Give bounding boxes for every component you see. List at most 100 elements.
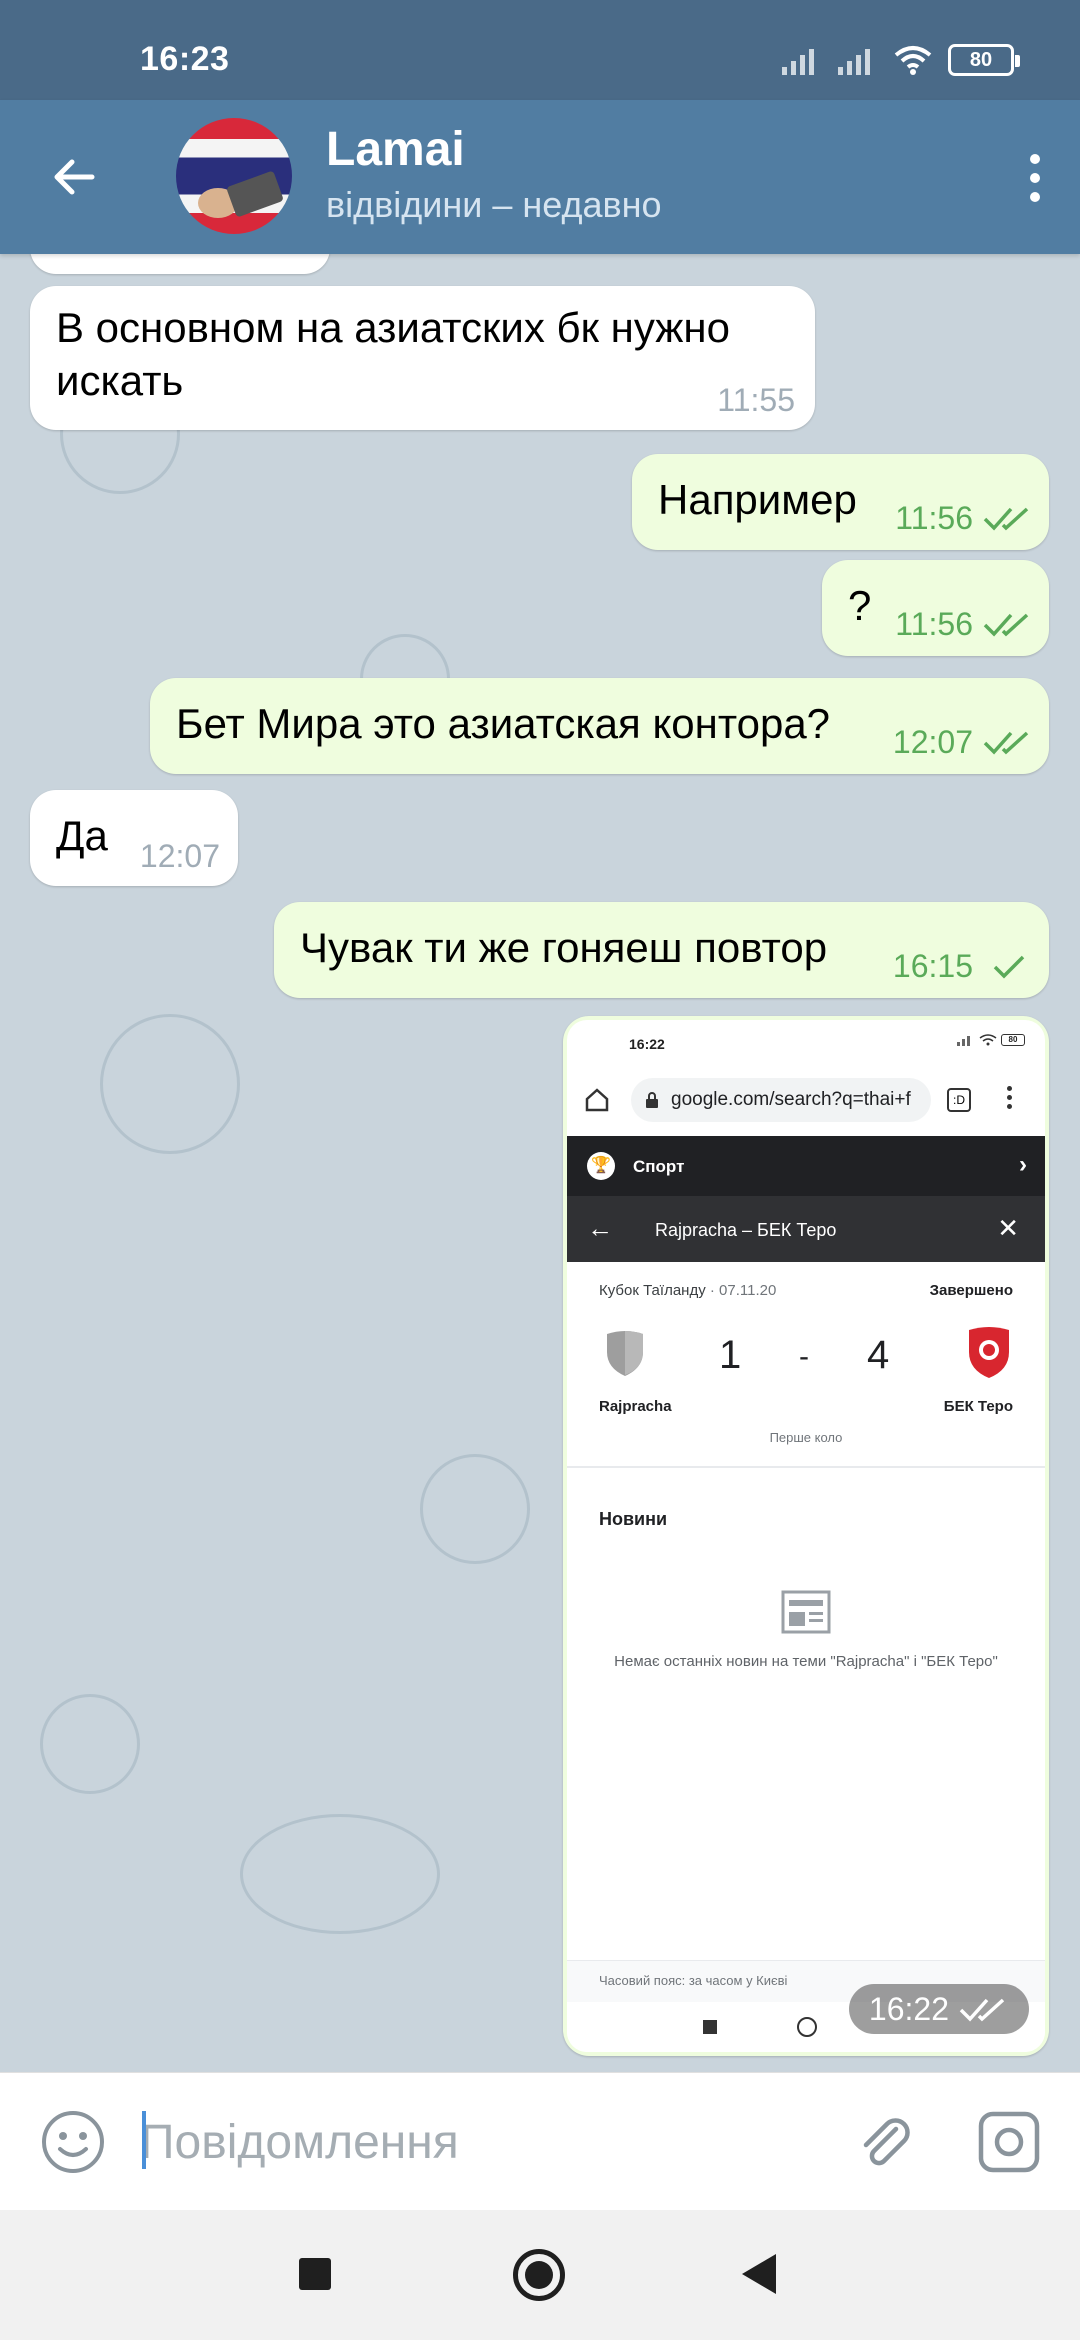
recents-button[interactable] (299, 2258, 331, 2290)
message-meta: 11:56 (895, 498, 1033, 538)
previous-message[interactable] (30, 254, 330, 274)
message-input[interactable] (140, 2103, 820, 2181)
message-time: 11:55 (717, 382, 795, 418)
home-team: Rajpracha (599, 1398, 672, 1415)
sport-label: Спорт (633, 1157, 685, 1176)
message-composer (0, 2072, 1080, 2210)
wallpaper-doodle (420, 1454, 530, 1564)
message-text: Например (658, 476, 857, 523)
lock-icon (646, 1092, 658, 1108)
tabs-button[interactable]: :D (947, 1088, 971, 1112)
score-separator: - (799, 1340, 809, 1373)
message-meta: 12:07 (140, 836, 220, 876)
competition: Кубок Таїланду · 07.11.20 (599, 1282, 776, 1301)
emoji-icon[interactable] (40, 2109, 106, 2175)
message-incoming[interactable]: В основном на азиатских бк нужно искать … (30, 286, 815, 430)
message-text: В основном на азиатских бк нужно искать (56, 304, 730, 404)
double-check-icon (983, 613, 1029, 637)
message-text: Бет Мира это азиатская контора? (176, 700, 831, 747)
text-caret (142, 2111, 146, 2169)
paperclip-icon[interactable] (852, 2109, 918, 2175)
back-arrow-icon[interactable]: ← (587, 1212, 613, 1245)
close-icon[interactable]: ✕ (997, 1212, 1019, 1245)
back-arrow-icon[interactable] (42, 145, 106, 209)
status-icons: 80 (780, 40, 1020, 80)
double-check-icon (983, 507, 1029, 531)
competition-name: Кубок Таїланду (599, 1282, 706, 1299)
double-check-icon (983, 731, 1029, 755)
message-time: 12:07 (892, 724, 973, 760)
signal-icon (782, 49, 814, 75)
message-text: Да (56, 812, 108, 859)
chat-title[interactable]: Lamai (326, 122, 465, 177)
message-text: ? (848, 582, 872, 629)
status-bar: 16:23 80 (0, 0, 1080, 100)
home-circle-icon (797, 2017, 817, 2037)
message-meta: 11:55 (717, 380, 795, 420)
avatar[interactable] (176, 118, 292, 234)
chat-status: відвідини – недавно (326, 184, 662, 225)
home-score: 1 (719, 1333, 742, 1377)
match-date: · 07.11.20 (709, 1282, 777, 1299)
home-icon[interactable] (583, 1086, 611, 1114)
shield-icon (607, 1331, 643, 1376)
signal-icon (838, 49, 870, 75)
wallpaper-doodle (100, 1014, 240, 1154)
signal-icon (957, 1036, 970, 1046)
battery-icon: 80 (1001, 1034, 1025, 1046)
wallpaper-doodle (40, 1694, 140, 1794)
message-outgoing[interactable]: Чувак ти же гоняеш повтор 16:15 (274, 902, 1049, 998)
wifi-icon (979, 1034, 997, 1046)
message-meta: 16:15 (893, 946, 1033, 986)
message-meta: 12:07 (893, 722, 1033, 762)
system-nav-bar (0, 2210, 1080, 2340)
message-time: 12:07 (139, 838, 220, 874)
news-title: Новини (599, 1509, 668, 1529)
match-bar: ← Rajpracha – БЕК Теро ✕ (567, 1196, 1045, 1262)
message-outgoing[interactable]: Бет Мира это азиатская контора? 12:07 (150, 678, 1049, 774)
photo-message[interactable]: 16:22 80 google.com/search?q=thai+f :D 🏆 (563, 1016, 1049, 2056)
message-outgoing[interactable]: ? 11:56 (822, 560, 1049, 656)
message-time: 11:56 (895, 606, 973, 642)
battery-icon: 80 (948, 44, 1020, 76)
check-icon (993, 955, 1025, 979)
home-button[interactable] (513, 2249, 565, 2301)
screenshot-status-icons: 80 (957, 1034, 1025, 1046)
chat-area[interactable]: В основном на азиатских бк нужно искать … (0, 254, 1080, 2072)
screenshot-status-bar: 16:22 80 (567, 1020, 1045, 1064)
message-incoming[interactable]: Да 12:07 (30, 790, 238, 886)
message-outgoing[interactable]: Например 11:56 (632, 454, 1049, 550)
url-field[interactable]: google.com/search?q=thai+f (631, 1078, 931, 1122)
wallpaper-doodle (240, 1814, 440, 1934)
wifi-icon (894, 46, 932, 75)
chevron-right-icon: › (1019, 1151, 1027, 1178)
divider (567, 1466, 1045, 1468)
double-check-icon (959, 1998, 1005, 2022)
newspaper-icon (781, 1590, 831, 1634)
more-options-icon[interactable] (1020, 148, 1050, 208)
avatar-laptop (226, 170, 284, 218)
chat-header: Lamai відвідини – недавно (0, 100, 1080, 254)
screenshot-image[interactable]: 16:22 80 google.com/search?q=thai+f :D 🏆 (567, 1020, 1045, 2052)
sport-bar[interactable]: 🏆 Спорт › (567, 1136, 1045, 1196)
browser-toolbar: google.com/search?q=thai+f :D (567, 1064, 1045, 1136)
news-empty-text: Немає останніх новин на теми "Rajpracha"… (614, 1653, 998, 1670)
match-round: Перше коло (769, 1430, 843, 1445)
match-title: Rajpracha – БЕК Теро (655, 1220, 837, 1240)
message-text: Чувак ти же гоняеш повтор (300, 924, 828, 971)
back-button[interactable] (742, 2254, 776, 2294)
message-time: 11:56 (895, 500, 973, 536)
team-crest-icon (969, 1327, 1009, 1378)
photo-time-badge: 16:22 (848, 1984, 1029, 2034)
message-time: 16:22 (868, 1991, 949, 2027)
match-state: Завершено (929, 1282, 1013, 1299)
away-score: 4 (867, 1333, 890, 1377)
screenshot-time: 16:22 (629, 1036, 665, 1052)
camera-icon[interactable] (976, 2109, 1042, 2175)
trophy-icon: 🏆 (587, 1152, 615, 1180)
message-time: 16:15 (892, 948, 973, 984)
browser-menu-icon[interactable] (1007, 1086, 1012, 1109)
recents-icon (703, 2020, 717, 2034)
status-time: 16:23 (140, 40, 230, 78)
url-text: google.com/search?q=thai+f (671, 1089, 911, 1111)
